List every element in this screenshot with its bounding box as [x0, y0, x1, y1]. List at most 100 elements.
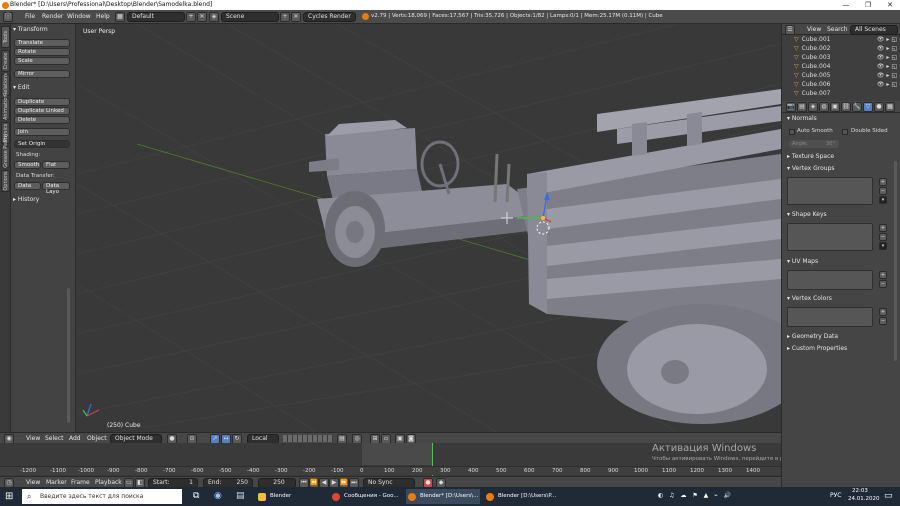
visibility-icon[interactable]: 👁 ▸ ◱	[877, 36, 897, 43]
set-origin-dropdown[interactable]: Set Origin	[14, 140, 70, 148]
angle-field[interactable]: Angle: 30°	[789, 140, 839, 148]
taskbar-search-input[interactable]: ⌕ Введите здесь текст для поиска	[22, 489, 182, 504]
render-engine-dropdown[interactable]: Cycles Render	[303, 12, 356, 22]
delete-button[interactable]: Delete	[14, 116, 70, 124]
outliner-menu-search[interactable]: Search	[827, 26, 848, 33]
translate-button[interactable]: Translate	[14, 39, 70, 47]
join-button[interactable]: Join	[14, 128, 70, 136]
task-view-icon[interactable]: ⧉	[193, 491, 199, 501]
taskbar-app-blender[interactable]: Blender	[256, 489, 326, 504]
texture-tab-icon[interactable]: ▦	[885, 101, 895, 112]
layout-grid-icon[interactable]: ▦	[115, 12, 125, 22]
menu-view[interactable]: View	[26, 435, 40, 442]
tool-shelf-scrollbar[interactable]	[67, 288, 70, 423]
menu-help[interactable]: Help	[96, 13, 110, 20]
shape-keys-panel-header[interactable]: ▾ Shape Keys	[787, 211, 827, 218]
visibility-icon[interactable]: 👁 ▸ ◱	[877, 72, 897, 79]
layout-remove-icon[interactable]: ✕	[197, 12, 207, 22]
world-tab-icon[interactable]: ◍	[819, 101, 829, 112]
windows-start-icon[interactable]: ⊞	[5, 491, 16, 502]
flat-button[interactable]: Flat	[42, 161, 70, 169]
timeline-menu-frame[interactable]: Frame	[71, 479, 90, 486]
rotate-button[interactable]: Rotate	[14, 48, 70, 56]
outliner-filter-dropdown[interactable]: All Scenes	[850, 25, 898, 35]
scene-icon[interactable]: ◈	[209, 12, 219, 22]
visibility-icon[interactable]: 👁 ▸ ◱	[877, 81, 897, 88]
tab-create[interactable]: Create	[1, 50, 10, 72]
clock-date[interactable]: 24.01.2020	[848, 496, 880, 502]
clock-time[interactable]: 22:03	[852, 488, 868, 494]
history-panel-header[interactable]: ▸ History	[13, 196, 39, 203]
custom-properties-panel-header[interactable]: ▸ Custom Properties	[787, 345, 847, 352]
timeline-menu-view[interactable]: View	[26, 479, 40, 486]
data-layers-button[interactable]: Data Layo	[42, 182, 70, 195]
shape-keys-list[interactable]	[787, 223, 873, 251]
duplicate-linked-button[interactable]: Duplicate Linked	[14, 107, 70, 115]
taskbar-app-blender-active[interactable]: Blender* [D:\Users\...	[406, 489, 480, 504]
shape-key-menu-icon[interactable]: ▾	[879, 242, 887, 250]
mesh-data-tab-icon[interactable]: ▽	[863, 101, 873, 112]
vertex-color-remove-icon[interactable]: −	[879, 317, 887, 325]
file-manager-icon[interactable]: ▤	[236, 491, 245, 501]
outliner-item[interactable]: ▽ Cube.006 👁 ▸ ◱	[782, 80, 900, 89]
taskbar-app-blender-2[interactable]: Blender [D:\Users\P...	[484, 489, 558, 504]
menu-object[interactable]: Object	[87, 435, 107, 442]
menu-render[interactable]: Render	[42, 13, 63, 20]
vertex-group-menu-icon[interactable]: ▾	[879, 196, 887, 204]
layout-add-icon[interactable]: +	[186, 12, 196, 22]
vertex-group-add-icon[interactable]: +	[879, 178, 887, 186]
outliner[interactable]: ☰ View Search All Scenes ▽ Cube.001 👁 ▸ ◱ …	[781, 24, 900, 101]
auto-smooth-checkbox[interactable]	[789, 129, 795, 135]
vertex-groups-list[interactable]	[787, 177, 873, 205]
layers-tab-icon[interactable]: ▤	[797, 101, 807, 112]
scene-add-icon[interactable]: +	[280, 12, 290, 22]
modifiers-tab-icon[interactable]: 🔧	[852, 101, 862, 112]
tab-tools[interactable]: Tools	[1, 26, 10, 48]
outliner-item[interactable]: ▽ Cube.004 👁 ▸ ◱	[782, 62, 900, 71]
outliner-item[interactable]: ▽ Cube.007	[782, 89, 900, 98]
timeline[interactable]: -1200 -1100 -1000 -900 -800 -700 -600 -5…	[0, 443, 842, 476]
taskbar-app-chrome[interactable]: Сообщения - Goo...	[330, 489, 402, 504]
visibility-icon[interactable]: 👁 ▸ ◱	[877, 63, 897, 70]
scene-remove-icon[interactable]: ✕	[291, 12, 301, 22]
tab-grease-pencil[interactable]: Grease Pencil	[1, 134, 10, 168]
outliner-editor-icon[interactable]: ☰	[785, 25, 795, 35]
maximize-button[interactable]: ❐	[858, 0, 878, 10]
scene-dropdown[interactable]: Scene	[221, 12, 279, 22]
vertex-color-add-icon[interactable]: +	[879, 308, 887, 316]
vertex-colors-panel-header[interactable]: ▾ Vertex Colors	[787, 295, 832, 302]
shape-key-add-icon[interactable]: +	[879, 224, 887, 232]
minimize-button[interactable]: —	[836, 0, 856, 10]
constraints-tab-icon[interactable]: ⛓	[841, 101, 851, 112]
uv-maps-panel-header[interactable]: ▾ UV Maps	[787, 258, 818, 265]
object-tab-icon[interactable]: ▣	[830, 101, 840, 112]
transform-panel-header[interactable]: ▾ Transform	[13, 26, 48, 33]
menu-select[interactable]: Select	[45, 435, 64, 442]
outliner-item[interactable]: ▽ Cube.005 👁 ▸ ◱	[782, 71, 900, 80]
notifications-icon[interactable]: ▭	[884, 491, 893, 501]
tab-relations[interactable]: Relations	[1, 73, 10, 96]
menu-window[interactable]: Window	[67, 13, 91, 20]
visibility-icon[interactable]: 👁 ▸ ◱	[877, 54, 897, 61]
3d-viewport[interactable]: User Persp (250) Cube	[77, 24, 781, 432]
close-button[interactable]: ✕	[880, 0, 900, 10]
scale-button[interactable]: Scale	[14, 57, 70, 65]
normals-panel-header[interactable]: ▾ Normals	[787, 115, 817, 122]
texture-space-panel-header[interactable]: ▸ Texture Space	[787, 153, 834, 160]
material-tab-icon[interactable]: ●	[874, 101, 884, 112]
tray-icons[interactable]: ◐ ♫ ☁ ⚑ ▲ ⌁ 🔊	[658, 492, 733, 499]
duplicate-button[interactable]: Duplicate	[14, 98, 70, 106]
layout-dropdown[interactable]: Default	[127, 12, 185, 22]
timeline-menu-playback[interactable]: Playback	[95, 479, 122, 486]
vertex-group-remove-icon[interactable]: −	[879, 187, 887, 195]
properties-scrollbar[interactable]	[894, 161, 897, 361]
language-indicator[interactable]: РУС	[830, 492, 841, 499]
uv-map-remove-icon[interactable]: −	[879, 280, 887, 288]
tab-animation[interactable]: Animation	[1, 95, 10, 120]
double-sided-checkbox[interactable]	[842, 129, 848, 135]
data-button[interactable]: Data	[14, 182, 41, 190]
uv-maps-list[interactable]	[787, 270, 873, 290]
steam-icon[interactable]: ◉	[214, 491, 222, 501]
menu-file[interactable]: File	[25, 13, 35, 20]
editor-type-icon[interactable]: ⓘ	[3, 12, 13, 22]
